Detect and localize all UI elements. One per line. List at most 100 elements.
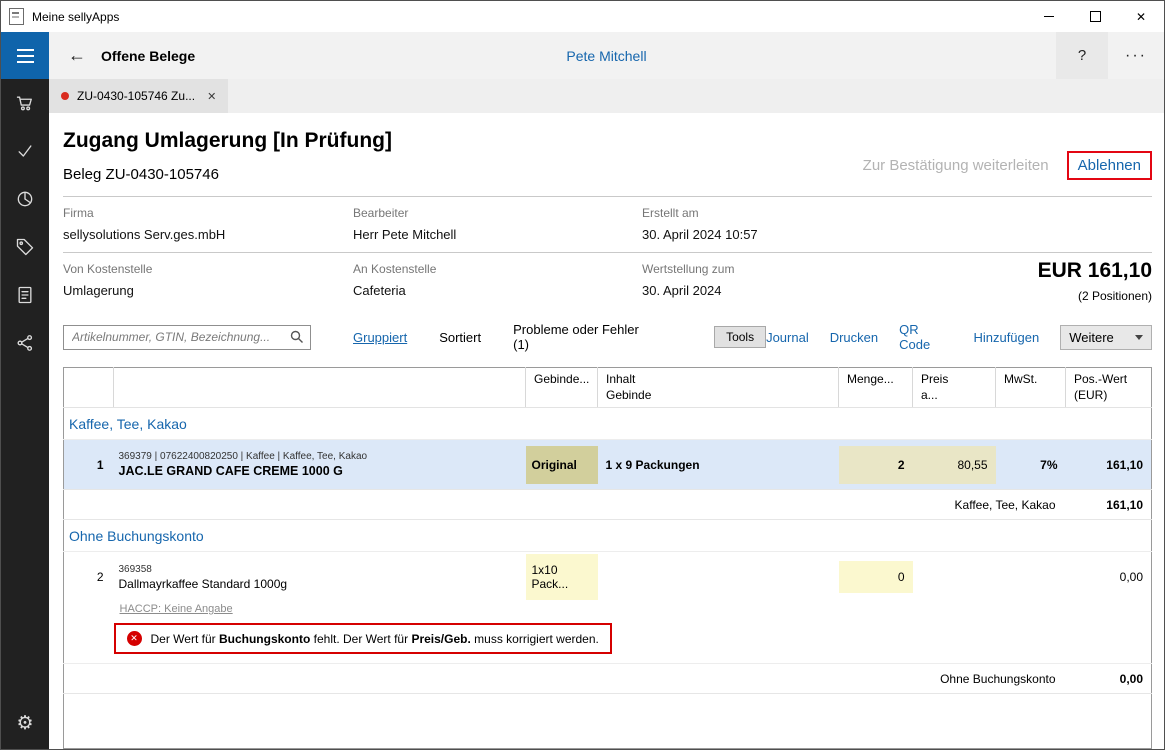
group-header-ohne-buchungskonto[interactable]: Ohne Buchungskonto <box>64 520 1152 552</box>
problems-filter[interactable]: Probleme oder Fehler (1) <box>513 322 656 352</box>
col-menge[interactable]: Menge... <box>839 368 913 408</box>
info-label: Bearbeiter <box>353 206 642 220</box>
toolbar-left: Gruppiert Sortiert Probleme oder Fehler … <box>353 322 766 352</box>
page-title: Offene Belege <box>101 48 195 64</box>
sidebar-item-prices[interactable] <box>1 223 49 271</box>
info-label: Erstellt am <box>642 206 1152 220</box>
maximize-button[interactable] <box>1072 1 1118 32</box>
positions-table: Gebinde... InhaltGebinde Menge... Preisa… <box>63 367 1152 749</box>
grouped-toggle[interactable]: Gruppiert <box>353 330 407 345</box>
col-inhalt-gebinde[interactable]: InhaltGebinde <box>598 368 839 408</box>
forward-for-approval-button[interactable]: Zur Bestätigung weiterleiten <box>863 157 1049 174</box>
chevron-down-icon <box>1135 335 1143 340</box>
info-value: 30. April 2024 10:57 <box>642 227 1152 242</box>
search-icon <box>289 329 305 345</box>
validation-error-row: Der Wert für Buchungskonto fehlt. Der We… <box>64 620 1152 664</box>
subtotal-value: 161,10 <box>1066 490 1152 520</box>
sidebar-item-tasks[interactable] <box>1 127 49 175</box>
document-title: Zugang Umlagerung [In Prüfung] <box>63 129 392 153</box>
sidebar-item-documents[interactable] <box>1 271 49 319</box>
sidebar-item-cart[interactable] <box>1 79 49 127</box>
info-label: Von Kostenstelle <box>63 262 353 276</box>
row-number: 2 <box>64 552 114 603</box>
cell-inhalt-gebinde: 1 x 9 Packungen <box>598 440 839 490</box>
qr-code-link[interactable]: QR Code <box>899 322 952 352</box>
cell-pos-wert: 161,10 <box>1066 440 1152 490</box>
sidebar-menu-button[interactable] <box>1 32 49 79</box>
toolbar-right: Journal Drucken QR Code Hinzufügen Weite… <box>766 322 1152 352</box>
cell-pos-wert: 0,00 <box>1066 552 1152 603</box>
table-row-2[interactable]: 2 369358 Dallmayrkaffee Standard 1000g 1… <box>64 552 1152 603</box>
total-positions: (2 Positionen) <box>1038 289 1152 303</box>
col-description <box>114 368 526 408</box>
col-pos-wert[interactable]: Pos.-Wert(EUR) <box>1066 368 1152 408</box>
group-header-kaffee[interactable]: Kaffee, Tee, Kakao <box>64 408 1152 440</box>
col-row-number <box>64 368 114 408</box>
more-options-button[interactable]: ··· <box>1108 32 1164 79</box>
current-user-link[interactable]: Pete Mitchell <box>566 48 646 64</box>
table-row-1[interactable]: 1 369379 | 07622400820250 | Kaffee | Kaf… <box>64 440 1152 490</box>
cell-gebinde[interactable]: 1x10 Pack... <box>526 552 598 603</box>
article-name: Dallmayrkaffee Standard 1000g <box>119 577 526 591</box>
col-gebinde[interactable]: Gebinde... <box>526 368 598 408</box>
table-header-row: Gebinde... InhaltGebinde Menge... Preisa… <box>64 368 1152 408</box>
print-link[interactable]: Drucken <box>830 330 878 345</box>
empty-cell <box>64 602 114 620</box>
cell-preis[interactable]: 80,55 <box>913 440 996 490</box>
info-an-kostenstelle: An Kostenstelle Cafeteria <box>353 262 642 298</box>
reject-button[interactable]: Ablehnen <box>1067 151 1152 180</box>
document-subtitle: Beleg ZU-0430-105746 <box>63 166 392 183</box>
document-header: Zugang Umlagerung [In Prüfung] Beleg ZU-… <box>63 127 1152 196</box>
tab-strip: ZU-0430-105746 Zu... ✕ <box>49 79 1164 113</box>
sidebar: ⚙ <box>1 32 49 749</box>
tools-button[interactable]: Tools <box>714 326 766 348</box>
items-toolbar: Gruppiert Sortiert Probleme oder Fehler … <box>63 322 1152 352</box>
cell-menge[interactable]: 2 <box>839 440 913 490</box>
add-link[interactable]: Hinzufügen <box>973 330 1039 345</box>
info-von-kostenstelle: Von Kostenstelle Umlagerung <box>63 262 353 298</box>
document-actions: Zur Bestätigung weiterleiten Ablehnen <box>863 151 1152 180</box>
subtotal-label: Kaffee, Tee, Kakao <box>64 490 1066 520</box>
more-dropdown-label: Weitere <box>1069 330 1114 345</box>
tab-close-icon[interactable]: ✕ <box>207 90 216 103</box>
help-button[interactable]: ? <box>1056 32 1108 79</box>
pie-chart-icon <box>15 189 35 209</box>
close-button[interactable]: ✕ <box>1118 1 1164 32</box>
header-bar: ← Offene Belege Pete Mitchell ? ··· <box>49 32 1164 79</box>
sidebar-item-settings[interactable]: ⚙ <box>1 699 49 747</box>
minimize-icon <box>1044 16 1054 17</box>
cell-mwst: 7% <box>996 440 1066 490</box>
col-mwst[interactable]: MwSt. <box>996 368 1066 408</box>
sorted-toggle[interactable]: Sortiert <box>439 330 481 345</box>
journal-link[interactable]: Journal <box>766 330 809 345</box>
info-label: Firma <box>63 206 353 220</box>
minimize-button[interactable] <box>1026 1 1072 32</box>
more-dropdown-button[interactable]: Weitere <box>1060 325 1152 350</box>
close-icon: ✕ <box>1136 11 1146 23</box>
app-window: Meine sellyApps ✕ ⚙ ← <box>0 0 1165 750</box>
col-preis[interactable]: Preisa... <box>913 368 996 408</box>
subtotal-label: Ohne Buchungskonto <box>64 664 1066 694</box>
cell-gebinde[interactable]: Original <box>526 440 598 490</box>
cart-icon <box>15 93 35 113</box>
row-description: 369358 Dallmayrkaffee Standard 1000g <box>114 552 526 603</box>
haccp-info[interactable]: HACCP: Keine Angabe <box>114 602 1152 620</box>
total-amount: EUR 161,10 <box>1038 259 1152 283</box>
unsaved-dot-icon <box>61 92 69 100</box>
header-actions: ? ··· <box>1056 32 1164 79</box>
info-value: sellysolutions Serv.ges.mbH <box>63 227 353 242</box>
tab-open-document[interactable]: ZU-0430-105746 Zu... ✕ <box>49 79 228 113</box>
info-value: Umlagerung <box>63 283 353 298</box>
cell-inhalt-gebinde <box>598 552 839 603</box>
sidebar-item-statistics[interactable] <box>1 175 49 223</box>
sidebar-item-share[interactable] <box>1 319 49 367</box>
back-button[interactable]: ← <box>63 45 91 66</box>
search-input[interactable] <box>63 325 311 350</box>
info-erstellt-am: Erstellt am 30. April 2024 10:57 <box>642 206 1152 242</box>
info-label: An Kostenstelle <box>353 262 642 276</box>
cell-preis[interactable] <box>913 552 996 603</box>
info-row-2: Von Kostenstelle Umlagerung An Kostenste… <box>63 253 1152 308</box>
validation-error-message: Der Wert für Buchungskonto fehlt. Der We… <box>114 623 612 654</box>
cell-menge[interactable]: 0 <box>839 552 913 603</box>
haccp-row: HACCP: Keine Angabe <box>64 602 1152 620</box>
